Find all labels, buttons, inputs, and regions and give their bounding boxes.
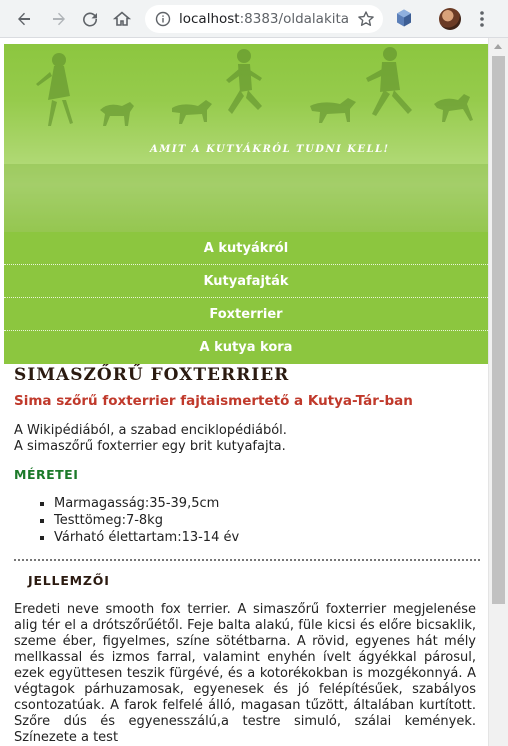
article: SIMASZŐRŰ FOXTERRIER Sima szőrű foxterri… [14, 365, 480, 746]
list-item: Marmagasság:35-39,5cm [54, 495, 480, 512]
intro-line: A Wikipédiából, a szabad enciklopédiából… [14, 423, 287, 438]
nav-item-foxterrier[interactable]: Foxterrier [4, 298, 488, 331]
banner-tagline: AMIT A KUTYÁKRÓL TUDNI KELL! [150, 144, 390, 155]
extension-icon[interactable] [394, 8, 414, 32]
menu-icon[interactable] [474, 9, 490, 33]
article-subtitle: Sima szőrű foxterrier fajtaismertető a K… [14, 393, 413, 409]
section-divider [14, 559, 480, 561]
intro-line: A simaszőrű foxterrier egy brit kutyafaj… [14, 439, 286, 454]
address-bar[interactable]: localhost:8383/oldalakita... [145, 5, 383, 33]
forward-arrow-icon[interactable] [47, 7, 71, 31]
home-icon[interactable] [110, 7, 134, 31]
intro-text: A Wikipédiából, a szabad enciklopédiából… [14, 423, 480, 455]
dog-runner-silhouettes [4, 47, 488, 232]
jellemzoi-paragraph: Eredeti neve smooth fox terrier. A simas… [14, 602, 476, 745]
size-list: Marmagasság:35-39,5cm Testtömeg:7-8kg Vá… [54, 495, 480, 546]
nav-item-kutyafajtak[interactable]: Kutyafajták [4, 265, 488, 298]
section-heading-meretei: MÉRETEI [14, 467, 79, 482]
avatar[interactable] [439, 8, 461, 30]
list-item: Várható élettartam:13-14 év [54, 529, 480, 546]
page-viewport: AMIT A KUTYÁKRÓL TUDNI KELL! A kutyákról… [0, 38, 488, 746]
page-title: SIMASZŐRŰ FOXTERRIER [14, 365, 290, 385]
info-icon[interactable] [155, 11, 171, 31]
section-heading-jellemzoi: JELLEMZŐI [28, 573, 110, 588]
section-jellemzoi: JELLEMZŐI Eredeti neve smooth fox terrie… [14, 573, 480, 746]
scroll-up-icon[interactable] [494, 44, 502, 49]
header-banner: AMIT A KUTYÁKRÓL TUDNI KELL! [4, 44, 488, 232]
list-item: Testtömeg:7-8kg [54, 512, 480, 529]
url-text: localhost:8383/oldalakita... [179, 11, 349, 27]
reload-icon[interactable] [78, 7, 102, 31]
browser-toolbar: localhost:8383/oldalakita... [0, 0, 508, 38]
main-nav: A kutyákról Kutyafajták Foxterrier A kut… [4, 232, 488, 364]
back-arrow-icon[interactable] [12, 7, 36, 31]
star-icon[interactable] [357, 10, 375, 32]
nav-item-a-kutya-kora[interactable]: A kutya kora [4, 331, 488, 364]
nav-item-a-kutyakrol[interactable]: A kutyákról [4, 232, 488, 265]
vertical-scrollbar[interactable] [488, 38, 508, 746]
scrollbar-thumb[interactable] [492, 56, 505, 604]
